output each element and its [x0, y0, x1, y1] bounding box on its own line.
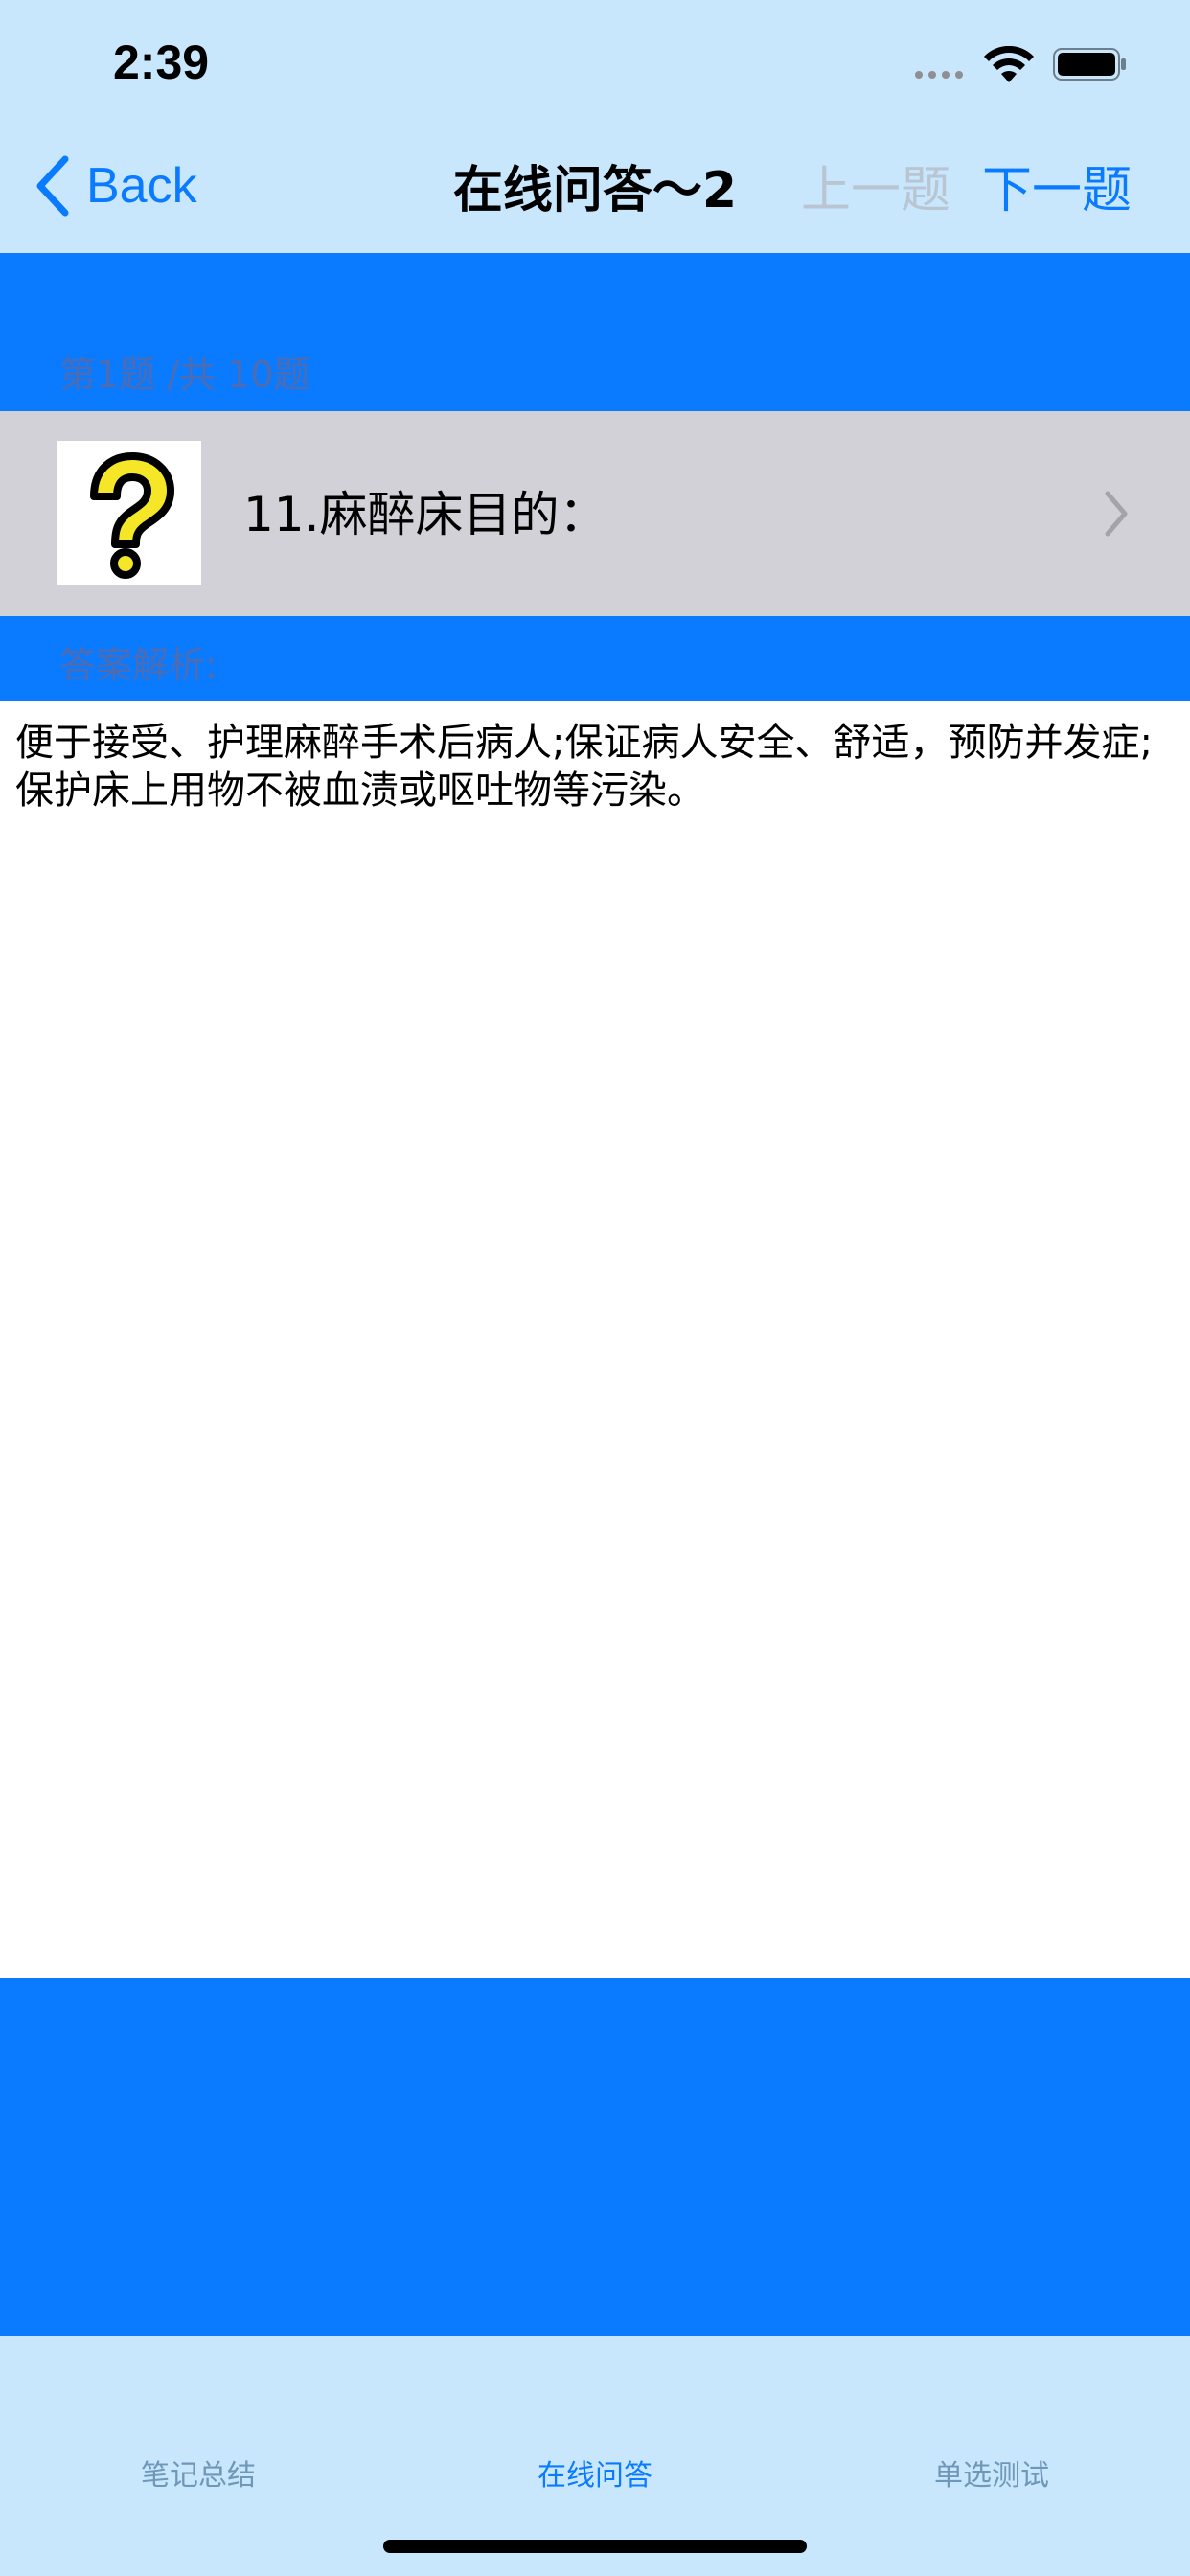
answer-label: 答案解析:: [59, 644, 217, 686]
cellular-signal-icon: [915, 71, 963, 79]
screen: 2:39 Back 在线问答～2 上一题 下一题 第1题 /共 10题 11.麻…: [0, 0, 1190, 2576]
tab-online-qa[interactable]: 在线问答: [397, 2451, 793, 2494]
question-text: 11.麻醉床目的：: [243, 487, 607, 542]
back-label: Back: [86, 158, 197, 214]
status-time: 2:39: [113, 35, 210, 89]
question-header-band: 第1题 /共 10题: [0, 253, 1190, 411]
tab-single-choice-test[interactable]: 单选测试: [793, 2451, 1190, 2494]
header: 2:39 Back 在线问答～2 上一题 下一题: [0, 0, 1190, 253]
question-row[interactable]: 11.麻醉床目的：: [0, 411, 1190, 616]
bottom-band: [0, 1978, 1190, 2336]
page-title: 在线问答～2: [452, 162, 738, 219]
home-indicator[interactable]: [383, 2540, 807, 2553]
wifi-icon: [984, 46, 1034, 82]
tab-notes-summary[interactable]: 笔记总结: [0, 2451, 397, 2494]
chevron-right-icon: [1105, 491, 1128, 537]
answer-header-band: 答案解析:: [0, 616, 1190, 701]
question-counter: 第1题 /共 10题: [59, 354, 310, 396]
chevron-left-icon: [36, 155, 69, 217]
answer-text: 便于接受、护理麻醉手术后病人;保证病人安全、舒适，预防并发症;保护床上用物不被血…: [15, 721, 1153, 813]
battery-icon: [1053, 48, 1126, 80]
next-question-button[interactable]: 下一题: [982, 155, 1132, 226]
question-mark-icon: [57, 441, 201, 585]
back-button[interactable]: Back: [33, 155, 197, 217]
previous-question-button[interactable]: 上一题: [801, 155, 950, 226]
